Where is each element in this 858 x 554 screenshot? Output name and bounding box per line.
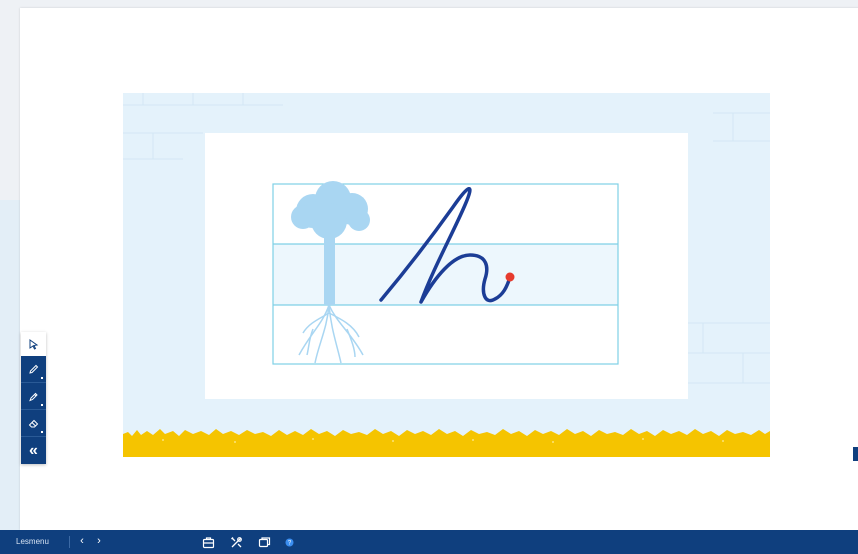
- collapse-toolbar-button[interactable]: «: [21, 437, 46, 464]
- chevron-left-icon[interactable]: ‹: [76, 530, 88, 554]
- start-dot: [505, 272, 515, 282]
- marker-icon: [29, 392, 38, 401]
- eraser-icon: [28, 419, 39, 427]
- briefcase-icon[interactable]: [202, 536, 215, 549]
- lesson-menu-button[interactable]: Lesmenu: [16, 530, 49, 554]
- marker-tool-button[interactable]: [21, 383, 46, 410]
- lesson-slide: [123, 93, 770, 457]
- pen-options-dot: [41, 377, 43, 379]
- drawing-toolbar: «: [21, 332, 46, 464]
- select-pointer-icon: [29, 338, 39, 350]
- collapse-icon: «: [29, 441, 38, 459]
- tools-icon[interactable]: [230, 536, 243, 549]
- help-icon[interactable]: ?: [283, 536, 296, 549]
- pen-tool-button[interactable]: [21, 356, 46, 383]
- bottom-navigation-bar: Lesmenu ‹ › ?: [0, 530, 858, 554]
- side-panel-handle[interactable]: [853, 447, 858, 461]
- pen-icon: [29, 364, 39, 374]
- eraser-tool-button[interactable]: [21, 410, 46, 437]
- chevron-right-icon[interactable]: ›: [93, 530, 105, 554]
- windows-icon[interactable]: [258, 536, 271, 549]
- marker-options-dot: [41, 404, 43, 406]
- bar-divider: [69, 536, 70, 548]
- select-tool-button[interactable]: [21, 332, 46, 356]
- eraser-options-dot: [41, 431, 43, 433]
